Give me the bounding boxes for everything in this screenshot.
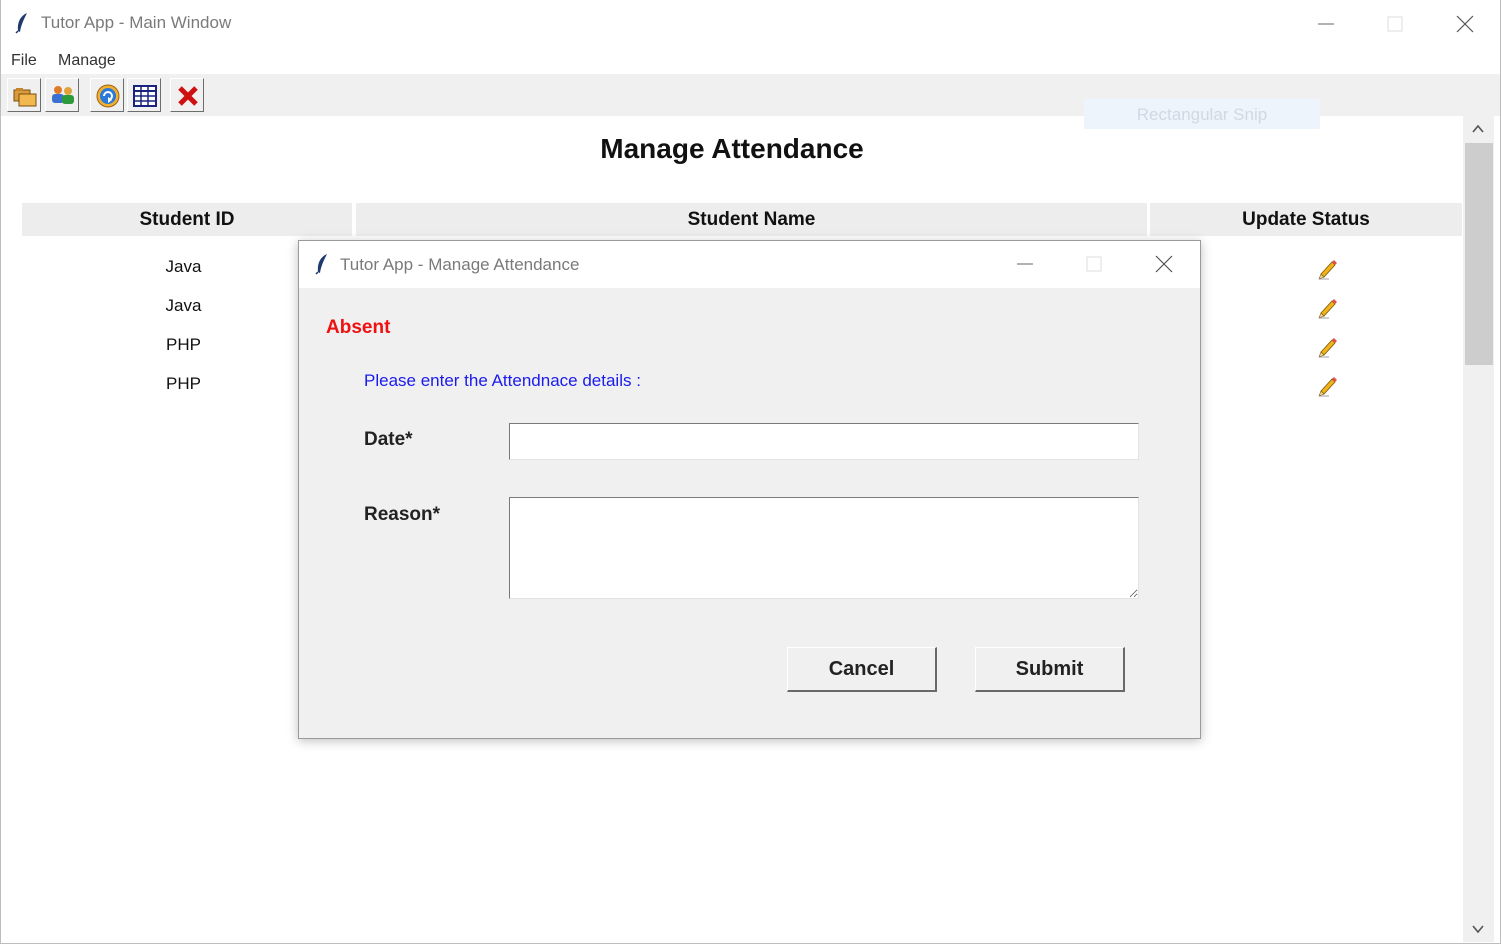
feather-app-icon: [15, 13, 27, 34]
folder-icon: [13, 88, 37, 107]
pencil-icon[interactable]: [1317, 375, 1337, 397]
scrollbar-thumb[interactable]: [1465, 143, 1493, 365]
toolbar-users-button[interactable]: [45, 78, 79, 112]
vertical-scrollbar[interactable]: [1463, 116, 1494, 942]
dialog-minimize-icon[interactable]: [1005, 250, 1045, 278]
submit-button[interactable]: Submit: [975, 647, 1125, 692]
dialog-close-icon[interactable]: [1144, 250, 1184, 278]
main-window-title: Tutor App - Main Window: [41, 13, 232, 32]
status-label: Absent: [326, 317, 391, 338]
refresh-icon: [96, 84, 120, 108]
pencil-icon[interactable]: [1317, 336, 1337, 358]
menu-manage[interactable]: Manage: [58, 52, 116, 70]
feather-app-icon: [315, 254, 327, 275]
table-cell-student-id: PHP: [166, 335, 201, 354]
snip-tooltip: Rectangular Snip: [1084, 99, 1320, 129]
main-titlebar[interactable]: Tutor App - Main Window: [1, 0, 1500, 48]
cancel-button[interactable]: Cancel: [787, 647, 937, 692]
close-red-icon: [178, 86, 198, 106]
attendance-dialog: Tutor App - Manage Attendance Absent Ple…: [298, 240, 1201, 739]
column-header-student-id[interactable]: Student ID: [22, 203, 352, 236]
toolbar-refresh-button[interactable]: [90, 78, 124, 112]
scroll-down-arrow-icon[interactable]: [1471, 922, 1485, 936]
column-header-student-name[interactable]: Student Name: [356, 203, 1147, 236]
scroll-up-arrow-icon[interactable]: [1471, 122, 1485, 136]
reason-label: Reason*: [364, 504, 441, 525]
pencil-icon[interactable]: [1317, 297, 1337, 319]
table-cell-student-id: PHP: [166, 374, 201, 393]
toolbar-table-button[interactable]: [127, 78, 161, 112]
date-label: Date*: [364, 429, 413, 450]
instruction-text: Please enter the Attendnace details :: [364, 371, 641, 390]
menu-bar: File Manage: [1, 48, 1500, 74]
dialog-maximize-icon[interactable]: [1074, 250, 1114, 278]
date-field[interactable]: [509, 423, 1139, 460]
table-cell-student-id: Java: [165, 257, 202, 276]
users-icon: [52, 86, 74, 104]
column-header-update-status[interactable]: Update Status: [1150, 203, 1462, 236]
table-icon: [133, 85, 157, 107]
page-title: Manage Attendance: [600, 133, 864, 164]
minimize-icon[interactable]: [1306, 10, 1346, 38]
maximize-icon[interactable]: [1375, 10, 1415, 38]
pencil-icon[interactable]: [1317, 258, 1337, 280]
menu-file[interactable]: File: [11, 52, 37, 70]
close-icon[interactable]: [1445, 10, 1485, 38]
table-cell-student-id: Java: [165, 296, 202, 315]
dialog-titlebar[interactable]: Tutor App - Manage Attendance: [299, 241, 1200, 288]
dialog-title: Tutor App - Manage Attendance: [340, 255, 580, 274]
toolbar-exit-button[interactable]: [170, 78, 204, 112]
toolbar-folder-button[interactable]: [7, 78, 41, 112]
reason-field[interactable]: [509, 497, 1139, 599]
